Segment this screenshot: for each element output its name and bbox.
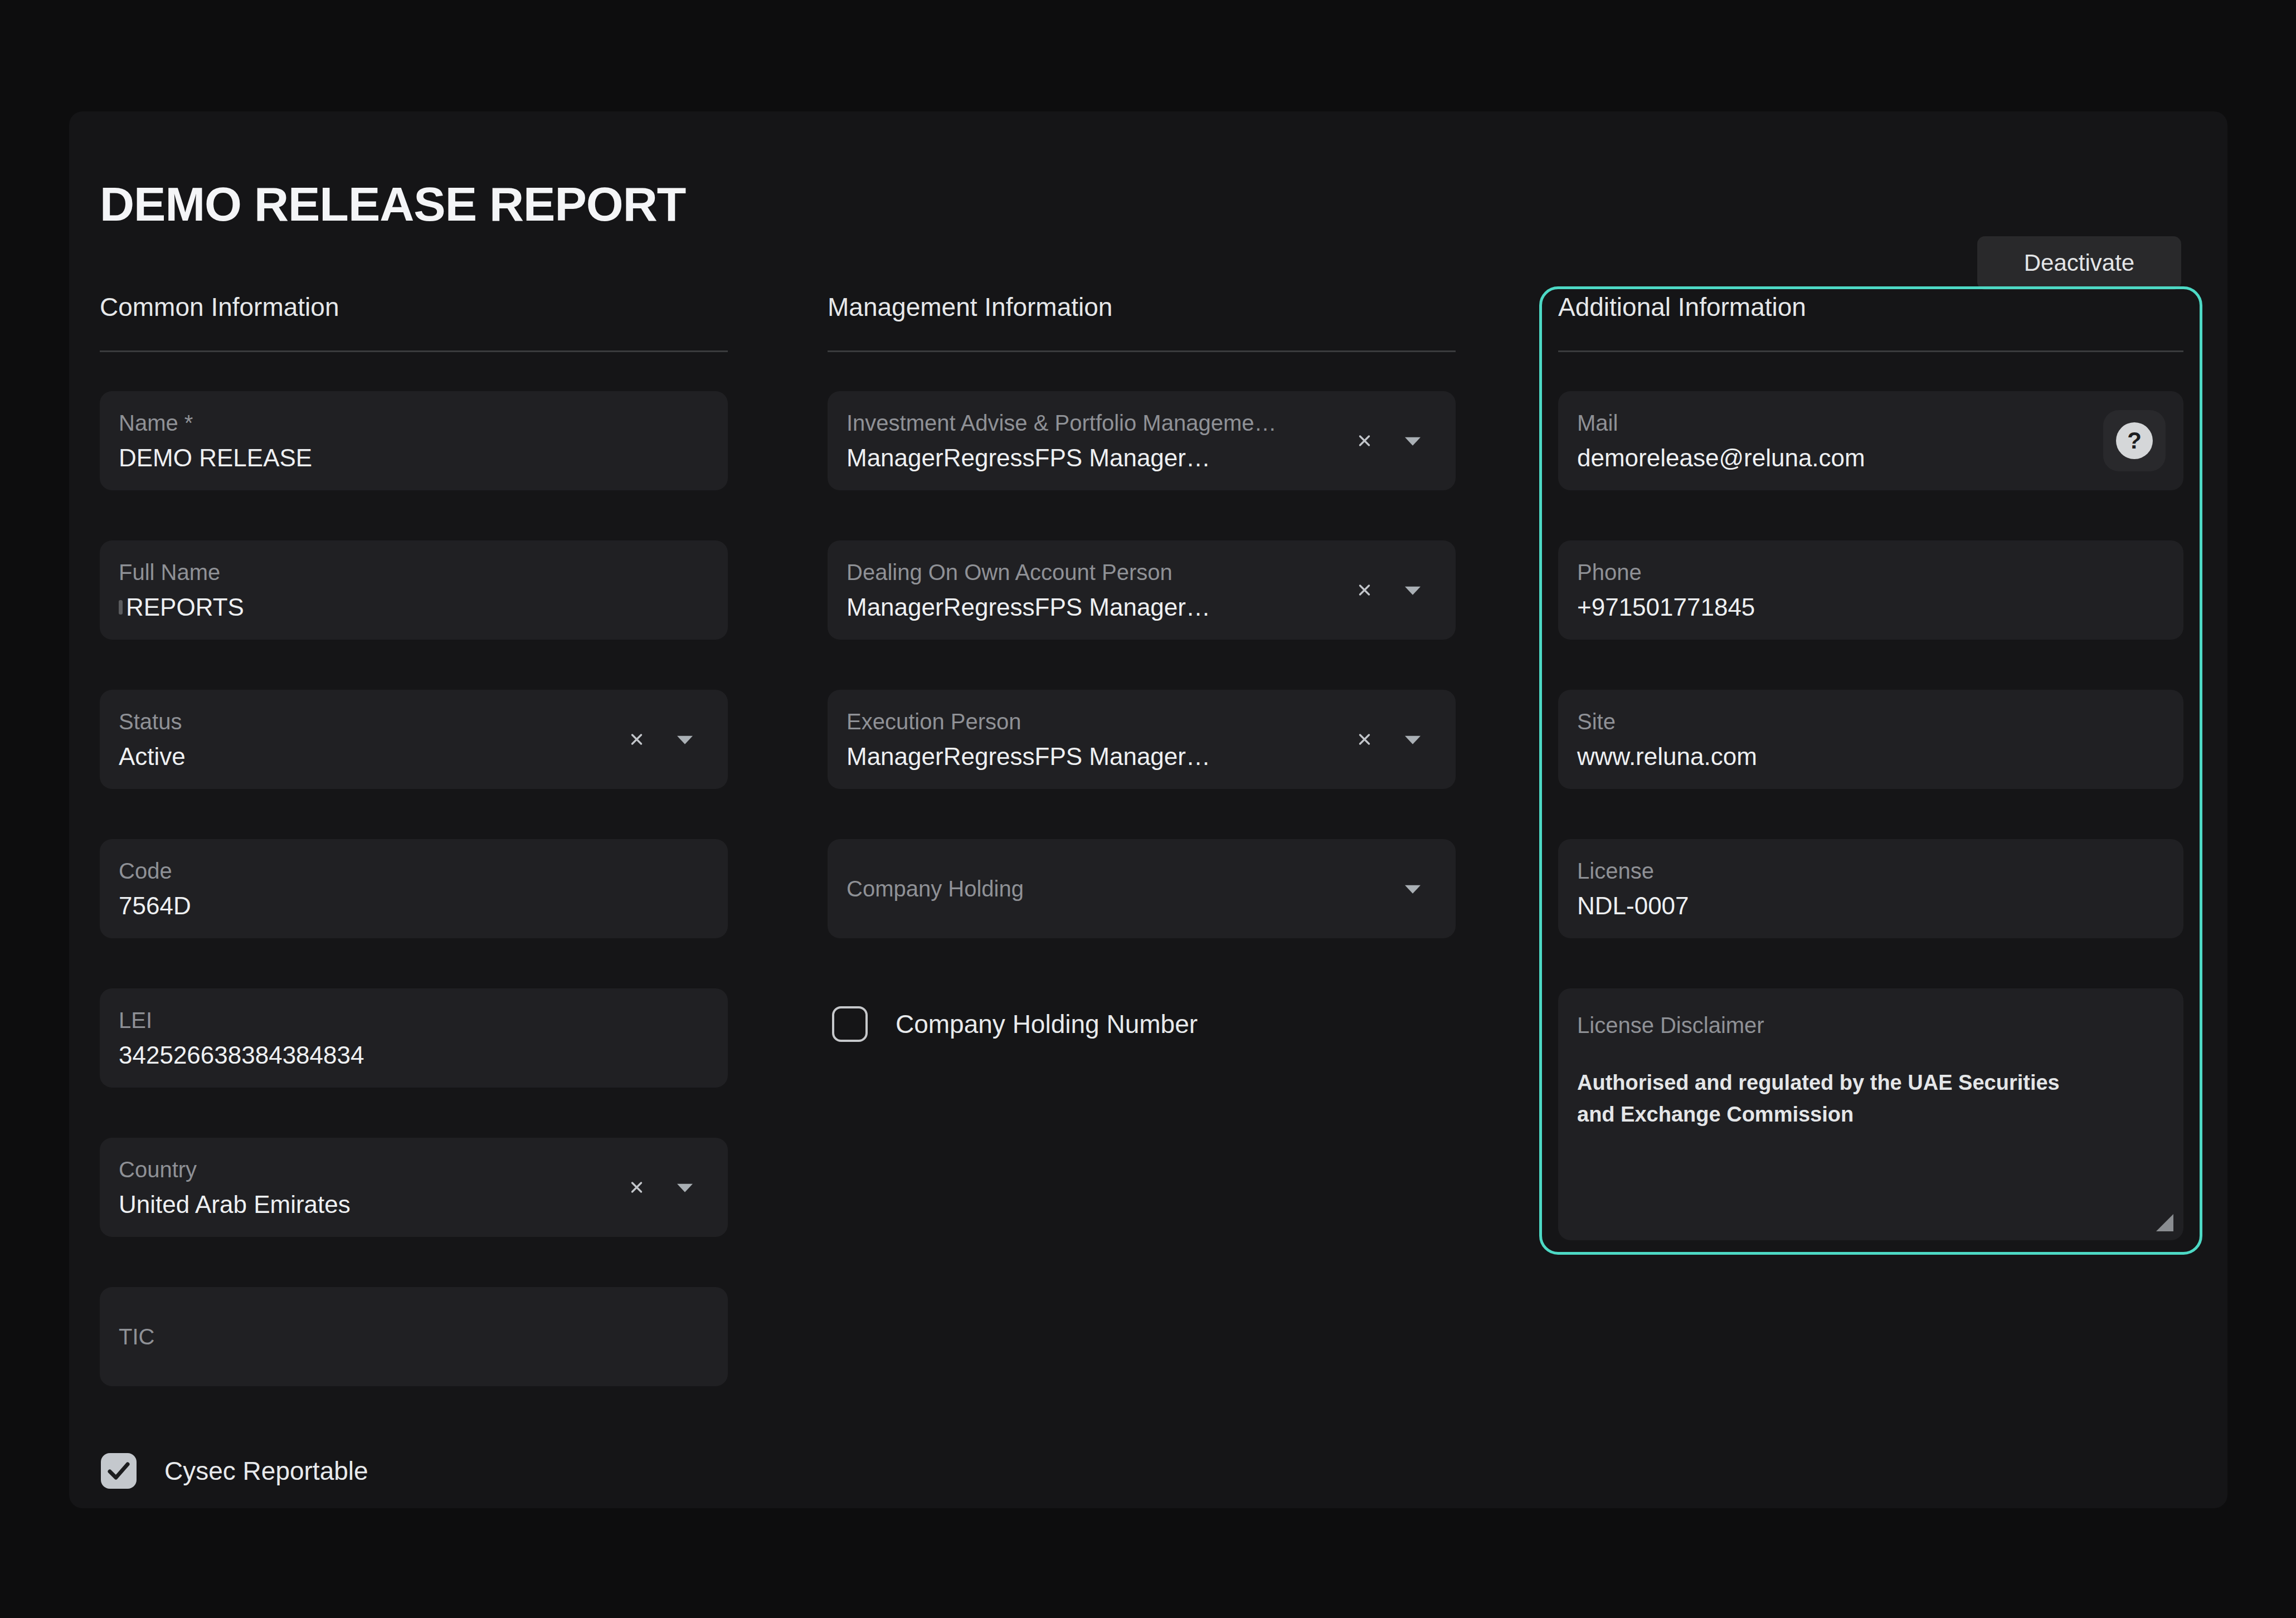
full-name-value: REPORTS [119,593,709,622]
execution-person-value: ManagerRegressFPS Manager… [847,742,1437,771]
deactivate-button[interactable]: Deactivate [1977,236,2181,290]
full-name-label: Full Name [119,559,709,586]
question-mark-icon: ? [2116,422,2153,459]
license-disclaimer-textarea[interactable]: License Disclaimer Authorised and regula… [1558,988,2183,1240]
tic-label: TIC [119,1323,709,1350]
cysec-reportable-label: Cysec Reportable [164,1456,368,1486]
mail-value: demorelease@reluna.com [1577,444,2164,472]
license-value: NDL-0007 [1577,891,2164,920]
execution-person-label: Execution Person [847,708,1437,735]
mail-field[interactable]: Mail demorelease@reluna.com ? [1558,391,2183,490]
clear-icon[interactable] [1357,433,1372,449]
license-disclaimer-label: License Disclaimer [1577,1012,2164,1039]
section-title-management: Management Information [828,292,1456,322]
chevron-down-icon[interactable] [1404,885,1421,894]
management-column: Investment Advise & Portfolio Manageme… … [828,391,1456,938]
additional-column: Mail demorelease@reluna.com ? Phone +971… [1558,391,2183,1240]
lei-value: 342526638384384834 [119,1041,709,1070]
section-divider-management [828,350,1456,352]
tic-field[interactable]: TIC [100,1287,728,1386]
license-field[interactable]: License NDL-0007 [1558,839,2183,938]
name-label: Name * [119,410,709,436]
investment-advise-value: ManagerRegressFPS Manager… [847,444,1437,472]
license-label: License [1577,857,2164,884]
clear-icon[interactable] [629,1180,644,1195]
site-value: www.reluna.com [1577,742,2164,771]
investment-advise-label: Investment Advise & Portfolio Manageme… [847,410,1437,436]
chevron-down-icon[interactable] [1404,437,1421,446]
code-field[interactable]: Code 7564D [100,839,728,938]
phone-value: +971501771845 [1577,593,2164,622]
company-holding-number-label: Company Holding Number [896,1009,1198,1039]
dealing-person-select[interactable]: Dealing On Own Account Person ManagerReg… [828,540,1456,640]
mail-label: Mail [1577,410,2164,436]
company-holding-select[interactable]: Company Holding [828,839,1456,938]
license-disclaimer-value: Authorised and regulated by the UAE Secu… [1577,1067,2079,1130]
lei-field[interactable]: LEI 342526638384384834 [100,988,728,1088]
site-field[interactable]: Site www.reluna.com [1558,690,2183,789]
chevron-down-icon[interactable] [677,735,693,745]
lei-label: LEI [119,1007,709,1034]
chevron-down-icon[interactable] [1404,586,1421,596]
clear-icon[interactable] [1357,583,1372,598]
checkbox-unchecked-icon[interactable] [832,1006,868,1042]
status-value: Active [119,742,709,771]
execution-person-select[interactable]: Execution Person ManagerRegressFPS Manag… [828,690,1456,789]
company-holding-label: Company Holding [847,875,1437,902]
site-label: Site [1577,708,2164,735]
clear-icon[interactable] [629,732,644,747]
resize-handle-icon[interactable] [2156,1214,2173,1231]
section-divider-additional [1558,350,2183,352]
checkbox-checked-icon[interactable] [101,1453,137,1489]
cysec-reportable-checkbox-row[interactable]: Cysec Reportable [101,1453,368,1489]
code-label: Code [119,857,709,884]
dealing-person-label: Dealing On Own Account Person [847,559,1437,586]
section-title-common: Common Information [100,292,728,322]
name-value: DEMO RELEASE [119,444,709,472]
chevron-down-icon[interactable] [677,1183,693,1193]
code-value: 7564D [119,891,709,920]
section-title-additional: Additional Information [1558,292,2183,322]
phone-field[interactable]: Phone +971501771845 [1558,540,2183,640]
country-value: United Arab Emirates [119,1190,709,1219]
page-title: DEMO RELEASE REPORT [100,176,685,232]
help-button[interactable]: ? [2103,410,2166,471]
dealing-person-value: ManagerRegressFPS Manager… [847,593,1437,622]
name-field[interactable]: Name * DEMO RELEASE [100,391,728,490]
section-divider-common [100,350,728,352]
investment-advise-select[interactable]: Investment Advise & Portfolio Manageme… … [828,391,1456,490]
text-cursor [119,600,123,615]
company-holding-number-checkbox-row[interactable]: Company Holding Number [832,1006,1198,1042]
country-label: Country [119,1156,709,1183]
status-select[interactable]: Status Active [100,690,728,789]
status-label: Status [119,708,709,735]
chevron-down-icon[interactable] [1404,735,1421,745]
full-name-field[interactable]: Full Name REPORTS [100,540,728,640]
common-column: Name * DEMO RELEASE Full Name REPORTS St… [100,391,728,1386]
phone-label: Phone [1577,559,2164,586]
clear-icon[interactable] [1357,732,1372,747]
country-select[interactable]: Country United Arab Emirates [100,1138,728,1237]
